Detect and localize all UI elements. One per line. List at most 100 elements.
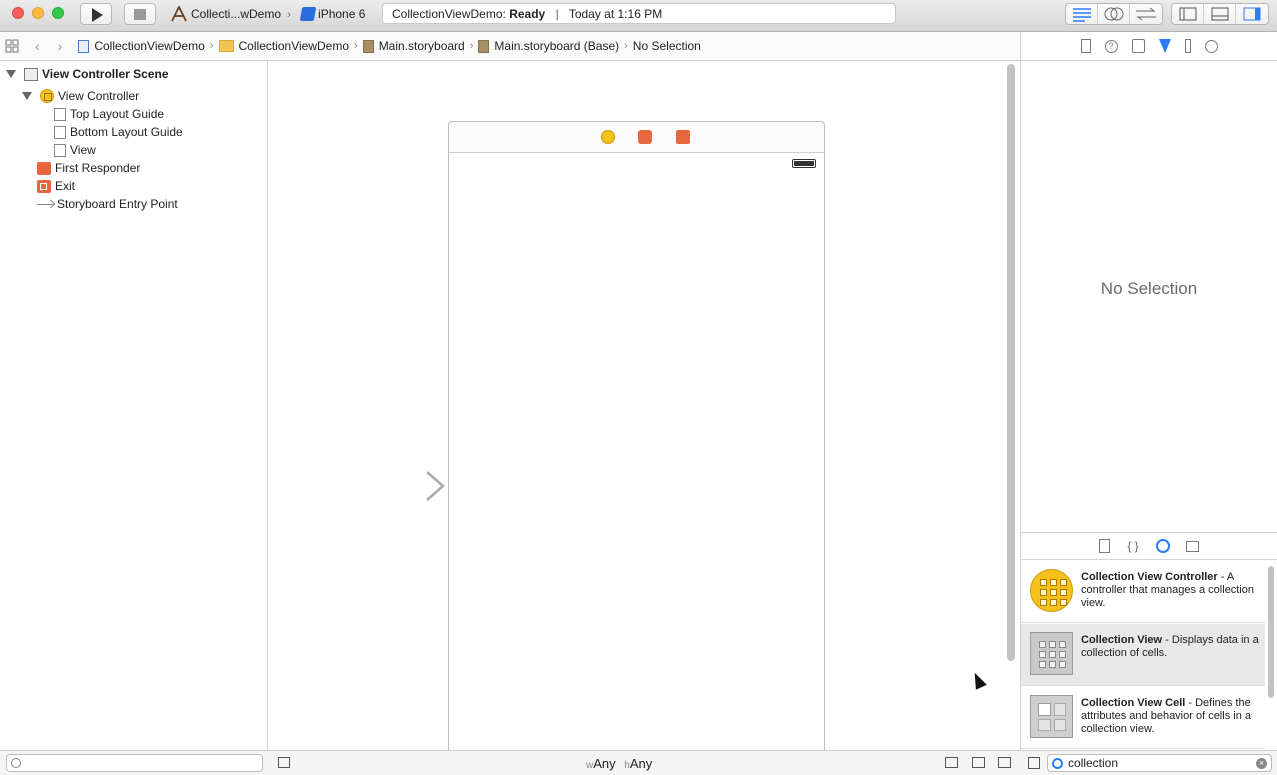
layout-guide-icon: [54, 125, 66, 139]
status-project: CollectionViewDemo:: [392, 7, 506, 21]
connections-inspector-icon[interactable]: [1204, 39, 1218, 53]
outline-row-entry-point[interactable]: Storyboard Entry Point: [37, 195, 178, 213]
jumpbar-storyboard-label: Main.storyboard: [378, 39, 465, 53]
outline-row-view-controller[interactable]: View Controller: [22, 87, 139, 105]
document-outline: View Controller Scene View Controller To…: [0, 61, 268, 750]
library-scrollbar[interactable]: [1268, 566, 1274, 698]
related-items-icon[interactable]: [5, 39, 19, 53]
canvas-scrollbar[interactable]: [1007, 64, 1015, 661]
storyboard-entry-arrow-icon[interactable]: [359, 471, 445, 501]
jumpbar-project[interactable]: CollectionViewDemo: [78, 39, 205, 53]
jumpbar-selection-label: No Selection: [632, 39, 701, 53]
chevron-right-icon: ›: [209, 40, 214, 52]
scheme-selector[interactable]: Collecti...wDemo › iPhone 6: [170, 5, 365, 23]
resolve-issues-icon[interactable]: [998, 757, 1011, 768]
collection-view-controller-icon: [1030, 569, 1073, 612]
view-controller-scene[interactable]: [448, 121, 825, 761]
attributes-inspector-icon[interactable]: [1158, 39, 1171, 53]
jumpbar-selection[interactable]: No Selection: [633, 39, 701, 53]
device-icon: [299, 7, 317, 21]
library-item-text: Collection View - Displays data in a col…: [1081, 634, 1259, 659]
lines-icon: [1073, 8, 1091, 22]
storyboard-icon: [478, 39, 490, 53]
library-search-value: collection: [1068, 756, 1119, 770]
folder-icon: [218, 40, 234, 52]
outline-bottom-layout-label: Bottom Layout Guide: [70, 125, 183, 139]
file-inspector-icon[interactable]: [1080, 39, 1091, 53]
size-class-control[interactable]: wAny hAny: [586, 756, 652, 771]
toggle-utilities-button[interactable]: [1236, 4, 1268, 24]
minimize-window-button[interactable]: [32, 7, 44, 19]
library-item-collection-view-controller[interactable]: Collection View Controller - A controlle…: [1021, 561, 1265, 623]
stop-button[interactable]: [124, 3, 156, 25]
exit-icon: [37, 179, 51, 193]
editor-mode-segment: [1065, 3, 1163, 25]
scene-icon: [24, 67, 38, 81]
width-class: Any: [593, 756, 616, 771]
media-library-icon[interactable]: [1186, 540, 1199, 552]
back-icon[interactable]: ‹: [35, 38, 40, 54]
outline-entry-point-label: Storyboard Entry Point: [57, 197, 178, 211]
outline-row-view[interactable]: View: [54, 141, 96, 159]
outline-row-top-layout-guide[interactable]: Top Layout Guide: [54, 105, 164, 123]
view-controller-icon: [40, 89, 54, 103]
hide-outline-icon[interactable]: [278, 757, 290, 768]
chevron-right-icon: ›: [624, 40, 628, 52]
clear-search-icon[interactable]: ×: [1256, 758, 1267, 769]
outline-exit-label: Exit: [55, 179, 76, 193]
file-template-icon[interactable]: [1099, 539, 1110, 553]
view-controller-icon[interactable]: [601, 130, 615, 144]
library-item-collection-view[interactable]: Collection View - Displays data in a col…: [1021, 624, 1265, 686]
assistant-editor-button[interactable]: [1098, 4, 1130, 24]
code-snippet-icon[interactable]: { }: [1126, 539, 1140, 553]
outline-first-responder-label: First Responder: [55, 161, 141, 175]
library-tabs: { }: [1021, 533, 1277, 560]
forward-icon[interactable]: ›: [58, 38, 63, 54]
jumpbar-group[interactable]: CollectionViewDemo: [218, 39, 350, 53]
outline-top-layout-label: Top Layout Guide: [70, 107, 165, 121]
library-item-text: Collection View Cell - Defines the attri…: [1081, 697, 1251, 735]
first-responder-icon[interactable]: [638, 130, 652, 144]
outline-row-scene[interactable]: View Controller Scene: [6, 65, 169, 83]
size-inspector-icon[interactable]: [1184, 39, 1191, 53]
outline-row-exit[interactable]: Exit: [37, 177, 75, 195]
jumpbar-group-label: CollectionViewDemo: [238, 39, 350, 53]
pin-icon[interactable]: [972, 757, 985, 768]
storyboard-canvas[interactable]: [269, 61, 1005, 761]
bottom-panel-icon: [1211, 7, 1229, 21]
version-editor-button[interactable]: [1130, 4, 1162, 24]
standard-editor-button[interactable]: [1066, 4, 1098, 24]
disclosure-triangle-icon[interactable]: [6, 70, 16, 78]
disclosure-triangle-icon[interactable]: [22, 92, 32, 100]
run-button[interactable]: [80, 3, 112, 25]
view-icon: [54, 143, 66, 157]
outline-filter-field[interactable]: [6, 754, 263, 772]
outline-row-first-responder[interactable]: First Responder: [37, 159, 140, 177]
identity-inspector-icon[interactable]: [1131, 39, 1145, 53]
toggle-navigator-button[interactable]: [1172, 4, 1204, 24]
layout-guide-icon: [54, 107, 66, 121]
play-icon: [92, 8, 103, 22]
right-panel-icon: [1243, 7, 1261, 21]
arrows-icon: [1136, 7, 1156, 21]
status-state: Ready: [509, 7, 546, 21]
jumpbar-storyboard-base[interactable]: Main.storyboard (Base): [478, 39, 619, 53]
align-icon[interactable]: [945, 757, 958, 768]
library-search-field[interactable]: collection ×: [1047, 754, 1272, 772]
zoom-window-button[interactable]: [52, 7, 64, 19]
quick-help-icon[interactable]: ?: [1104, 39, 1118, 53]
status-time: Today at 1:16 PM: [568, 7, 663, 21]
library-item-collection-view-cell[interactable]: Collection View Cell - Defines the attri…: [1021, 687, 1265, 749]
scheme-name: Collecti...wDemo: [191, 7, 282, 21]
object-library: { } Collection View Controller - A contr…: [1020, 532, 1277, 750]
grid-view-icon[interactable]: [1028, 757, 1040, 769]
outline-scene-label: View Controller Scene: [42, 67, 169, 81]
outline-row-bottom-layout-guide[interactable]: Bottom Layout Guide: [54, 123, 183, 141]
jumpbar-storyboard[interactable]: Main.storyboard: [362, 39, 465, 53]
close-window-button[interactable]: [12, 7, 24, 19]
storyboard-icon: [362, 39, 374, 53]
chevron-right-icon: ›: [354, 40, 358, 52]
exit-icon[interactable]: [676, 130, 690, 144]
toggle-debug-button[interactable]: [1204, 4, 1236, 24]
object-library-icon[interactable]: [1156, 539, 1170, 553]
